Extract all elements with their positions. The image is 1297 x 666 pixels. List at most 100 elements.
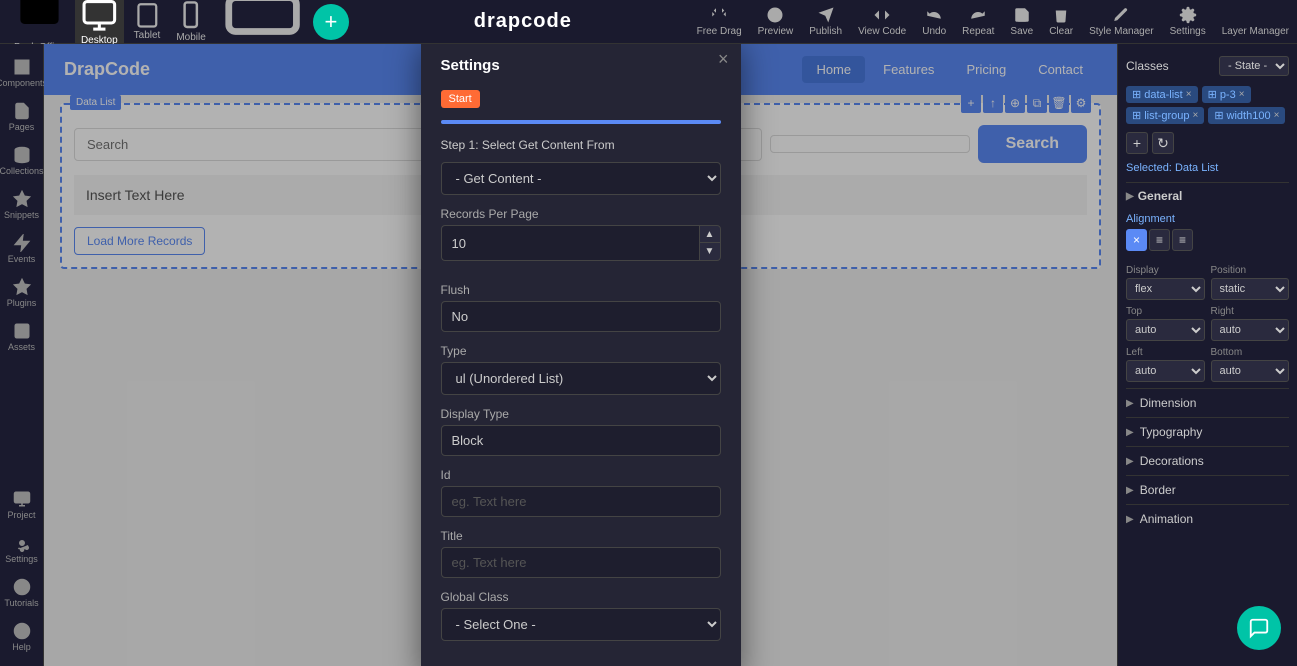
sidebar-item-help[interactable]: Help: [1, 616, 43, 658]
typography-arrow: ▶: [1126, 427, 1134, 438]
mobile-btn[interactable]: Mobile: [170, 0, 211, 47]
modal-close-btn[interactable]: ×: [718, 49, 729, 70]
tag-width100-remove[interactable]: ×: [1274, 110, 1280, 121]
bottom-select[interactable]: auto: [1211, 360, 1290, 382]
tablet-btn[interactable]: Tablet: [128, 0, 167, 45]
id-input[interactable]: [441, 486, 721, 517]
align-right-btn[interactable]: ≡: [1172, 229, 1193, 251]
position-col: Position static: [1211, 265, 1290, 300]
sidebar-item-collections[interactable]: Collections: [1, 140, 43, 182]
get-content-select[interactable]: - Get Content -: [441, 162, 721, 195]
state-select[interactable]: - State -: [1219, 56, 1289, 76]
step-label: Step 1: Select Get Content From: [441, 138, 721, 152]
desktop-btn[interactable]: Desktop: [75, 0, 124, 50]
flush-input[interactable]: [441, 301, 721, 332]
right-select[interactable]: auto: [1211, 319, 1290, 341]
id-label: Id: [441, 468, 721, 482]
right-panel: Classes - State - ⊞ data-list × ⊞ p-3 × …: [1117, 44, 1297, 666]
dimension-header[interactable]: ▶ Dimension: [1126, 389, 1289, 417]
add-component-btn[interactable]: +: [313, 4, 349, 40]
align-center-btn[interactable]: ≡: [1149, 229, 1170, 251]
publish-btn[interactable]: Publish: [809, 6, 842, 37]
sidebar-item-components[interactable]: Components: [1, 52, 43, 94]
global-class-select[interactable]: - Select One -: [441, 608, 721, 641]
app-name: drapcode: [474, 10, 572, 33]
title-group: Title: [441, 529, 721, 578]
display-type-group: Display Type: [441, 407, 721, 456]
right-col: Right auto: [1211, 306, 1290, 341]
modal-overlay: Settings × Start Step 1: Select Get Cont…: [44, 44, 1117, 666]
dimension-label: Dimension: [1140, 396, 1197, 410]
canvas-area: DrapCode Home Features Pricing Contact D…: [44, 44, 1117, 666]
modal-title: Settings: [441, 57, 721, 74]
position-select[interactable]: static: [1211, 278, 1290, 300]
top-select[interactable]: auto: [1126, 319, 1205, 341]
align-row: × ≡ ≡: [1126, 229, 1289, 251]
border-header[interactable]: ▶ Border: [1126, 476, 1289, 504]
free-drag-btn[interactable]: Free Drag: [697, 6, 742, 37]
sidebar-item-events[interactable]: Events: [1, 228, 43, 270]
tag-data-list-remove[interactable]: ×: [1186, 89, 1192, 100]
tag-list-group: ⊞ list-group ×: [1126, 107, 1204, 124]
clear-btn[interactable]: Clear: [1049, 6, 1073, 37]
left-select[interactable]: auto: [1126, 360, 1205, 382]
typography-header[interactable]: ▶ Typography: [1126, 418, 1289, 446]
tag-list-group-remove[interactable]: ×: [1192, 110, 1198, 121]
tag-icon: ⊞: [1132, 109, 1141, 122]
bottom-label: Bottom: [1211, 347, 1290, 358]
sidebar-item-tutorials[interactable]: Tutorials: [1, 572, 43, 614]
position-label: Position: [1211, 265, 1290, 276]
records-per-page-group: Records Per Page ▲ ▼: [441, 207, 721, 261]
animation-header[interactable]: ▶ Animation: [1126, 505, 1289, 533]
layer-manager-btn[interactable]: Layer Manager: [1222, 6, 1289, 37]
records-per-page-label: Records Per Page: [441, 207, 721, 221]
display-label: Display: [1126, 265, 1205, 276]
display-type-input[interactable]: [441, 425, 721, 456]
topbar-right: Free Drag Preview Publish View Code Undo…: [697, 6, 1289, 37]
records-up-btn[interactable]: ▲: [699, 225, 721, 243]
type-select[interactable]: ul (Unordered List): [441, 362, 721, 395]
global-class-group: Global Class - Select One -: [441, 590, 721, 641]
title-input[interactable]: [441, 547, 721, 578]
sidebar-item-assets[interactable]: Assets: [1, 316, 43, 358]
type-group: Type ul (Unordered List): [441, 344, 721, 395]
preview-btn[interactable]: Preview: [758, 6, 794, 37]
tag-p3-remove[interactable]: ×: [1239, 89, 1245, 100]
dimension-arrow: ▶: [1126, 398, 1134, 409]
view-code-btn[interactable]: View Code: [858, 6, 906, 37]
display-select[interactable]: flex: [1126, 278, 1205, 300]
general-section[interactable]: ▶ General: [1126, 182, 1289, 207]
tag-add-btn[interactable]: +: [1126, 132, 1148, 154]
undo-btn[interactable]: Undo: [922, 6, 946, 37]
sidebar-item-project[interactable]: Project: [1, 484, 43, 526]
title-label: Title: [441, 529, 721, 543]
save-btn[interactable]: Save: [1010, 6, 1033, 37]
sidebar-item-plugins[interactable]: Plugins: [1, 272, 43, 314]
border-section: ▶ Border: [1126, 475, 1289, 504]
sidebar-item-pages[interactable]: Pages: [1, 96, 43, 138]
chat-bubble[interactable]: [1237, 606, 1281, 650]
bottom-col: Bottom auto: [1211, 347, 1290, 382]
top-col: Top auto: [1126, 306, 1205, 341]
sidebar-item-snippets[interactable]: Snippets: [1, 184, 43, 226]
align-left-btn[interactable]: ×: [1126, 229, 1147, 251]
selected-label: Selected: Data List: [1126, 162, 1289, 174]
decorations-header[interactable]: ▶ Decorations: [1126, 447, 1289, 475]
repeat-btn[interactable]: Repeat: [962, 6, 994, 37]
type-label: Type: [441, 344, 721, 358]
alignment-section: Alignment × ≡ ≡: [1126, 207, 1289, 265]
sidebar-item-settings[interactable]: Settings: [1, 528, 43, 570]
top-label: Top: [1126, 306, 1205, 317]
style-manager-btn[interactable]: Style Manager: [1089, 6, 1153, 37]
tag-refresh-btn[interactable]: ↻: [1152, 132, 1174, 154]
right-label: Right: [1211, 306, 1290, 317]
left-bottom-row: Left auto Bottom auto: [1126, 347, 1289, 382]
records-down-btn[interactable]: ▼: [699, 243, 721, 261]
records-per-page-input[interactable]: [441, 225, 699, 261]
tag-icon: ⊞: [1132, 88, 1141, 101]
get-content-group: - Get Content -: [441, 162, 721, 195]
settings-btn[interactable]: Settings: [1170, 6, 1206, 37]
animation-section: ▶ Animation: [1126, 504, 1289, 533]
general-arrow: ▶: [1126, 191, 1134, 202]
dimension-section: ▶ Dimension: [1126, 388, 1289, 417]
